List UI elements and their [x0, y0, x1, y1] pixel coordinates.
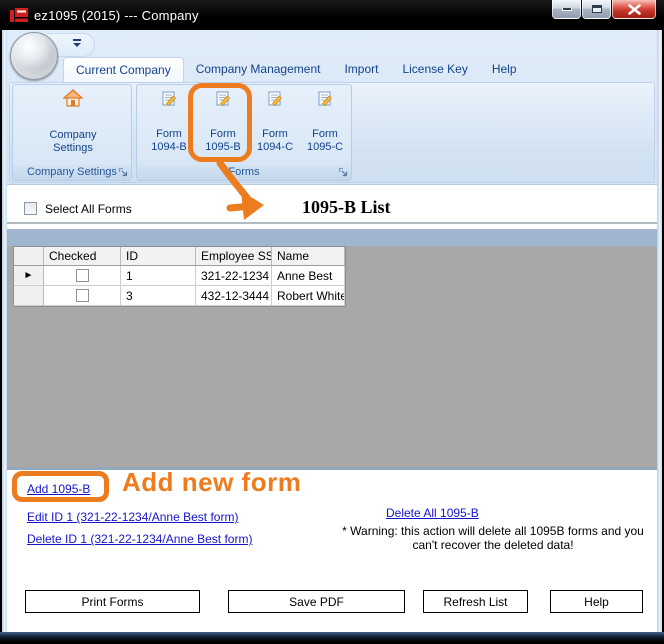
app-icon — [10, 8, 28, 28]
row-checkbox[interactable] — [75, 289, 89, 302]
minimize-button[interactable] — [552, 0, 581, 19]
edit-id1-link[interactable]: Edit ID 1 (321-22-1234/Anne Best form) — [27, 510, 238, 524]
separator-line — [7, 222, 657, 224]
app-window: ez1095 (2015) --- Company Current Compan… — [0, 0, 664, 644]
close-button[interactable] — [612, 0, 656, 19]
save-pdf-button[interactable]: Save PDF — [228, 590, 405, 613]
grid-header-row: Checked ID Employee SS Name — [14, 247, 345, 266]
close-icon — [627, 3, 641, 15]
column-header-employee-ss[interactable]: Employee SS — [196, 247, 272, 266]
forms-data-grid: Checked ID Employee SS Name ► 1 321-22-1… — [13, 246, 346, 307]
tab-import[interactable]: Import — [332, 57, 390, 82]
form-1094c-button[interactable]: Form 1094-C — [249, 85, 301, 154]
print-forms-button[interactable]: Print Forms — [25, 590, 200, 613]
window-title: ez1095 (2015) --- Company — [34, 8, 199, 23]
help-button[interactable]: Help — [550, 590, 643, 613]
delete-id1-link[interactable]: Delete ID 1 (321-22-1234/Anne Best form) — [27, 532, 252, 546]
row-selector-icon: ► — [23, 270, 34, 281]
form-edit-icon — [249, 91, 301, 111]
application-orb-button[interactable] — [10, 32, 58, 80]
select-all-forms-checkbox[interactable] — [24, 202, 37, 215]
form-edit-icon — [197, 91, 249, 111]
cell-name[interactable]: Robert White — [272, 286, 345, 306]
window-controls — [551, 0, 656, 19]
ribbon-panel: Company Settings Company Settings Form 1… — [9, 82, 655, 183]
tab-company-management[interactable]: Company Management — [184, 57, 333, 82]
group-company-settings: Company Settings Company Settings — [12, 84, 132, 181]
button-label-line1: Company — [49, 129, 97, 141]
company-settings-button[interactable]: Company Settings — [13, 85, 133, 155]
window-body: Current Company Company Management Impor… — [7, 30, 657, 632]
grid-corner-cell[interactable] — [14, 247, 44, 266]
list-title: 1095-B List — [302, 197, 391, 217]
cell-employee-ss[interactable]: 321-22-1234 — [196, 266, 272, 286]
add-1095b-link[interactable]: Add 1095-B — [27, 482, 90, 496]
table-row: 3 432-12-3444 Robert White — [14, 286, 345, 306]
warning-line2: can't recover the deleted data! — [412, 538, 574, 552]
cell-id[interactable]: 1 — [121, 266, 196, 286]
column-header-name[interactable]: Name — [272, 247, 345, 266]
quick-access-chevron-icon[interactable] — [73, 39, 82, 47]
row-checkbox[interactable] — [75, 269, 89, 282]
minimize-icon — [561, 7, 572, 11]
form-edit-icon — [299, 91, 351, 111]
home-icon — [13, 89, 133, 112]
button-label-line2: Settings — [53, 142, 93, 154]
table-row: ► 1 321-22-1234 Anne Best — [14, 266, 345, 286]
form-1095c-button[interactable]: Form 1095-C — [299, 85, 351, 154]
tab-license-key[interactable]: License Key — [390, 57, 479, 82]
row-selector[interactable] — [14, 286, 44, 306]
ribbon-tabs: Current Company Company Management Impor… — [63, 57, 529, 82]
select-all-forms-label: Select All Forms — [45, 202, 132, 216]
warning-line1: * Warning: this action will delete all 1… — [342, 524, 644, 538]
delete-all-1095b-link[interactable]: Delete All 1095-B — [386, 506, 479, 520]
row-checkbox-cell[interactable] — [44, 286, 121, 306]
tab-current-company[interactable]: Current Company — [63, 57, 184, 82]
titlebar: ez1095 (2015) --- Company — [0, 0, 664, 30]
dialog-launcher-icon[interactable] — [338, 167, 349, 178]
cell-name[interactable]: Anne Best — [272, 266, 345, 286]
form-edit-icon — [143, 91, 195, 111]
form-1095b-button[interactable]: Form 1095-B — [197, 85, 249, 154]
cell-id[interactable]: 3 — [121, 286, 196, 306]
row-selector[interactable]: ► — [14, 266, 44, 286]
cell-employee-ss[interactable]: 432-12-3444 — [196, 286, 272, 306]
refresh-list-button[interactable]: Refresh List — [423, 590, 528, 613]
group-footer-forms: Forms — [137, 165, 351, 180]
row-checkbox-cell[interactable] — [44, 266, 121, 286]
form-1094b-button[interactable]: Form 1094-B — [143, 85, 195, 154]
window-border-bottom — [0, 632, 664, 644]
maximize-icon — [591, 5, 602, 13]
delete-all-warning: * Warning: this action will delete all 1… — [323, 524, 663, 552]
group-footer-company-settings: Company Settings — [13, 165, 131, 180]
maximize-button[interactable] — [582, 0, 611, 19]
column-header-id[interactable]: ID — [121, 247, 196, 266]
grid-background-panel: Checked ID Employee SS Name ► 1 321-22-1… — [7, 229, 657, 470]
ribbon: Current Company Company Management Impor… — [7, 30, 657, 185]
dialog-launcher-icon[interactable] — [118, 167, 129, 178]
tab-help[interactable]: Help — [480, 57, 529, 82]
column-header-checked[interactable]: Checked — [44, 247, 121, 266]
group-forms: Form 1094-B Form 1095-B Form 1094-C Form… — [136, 84, 352, 181]
